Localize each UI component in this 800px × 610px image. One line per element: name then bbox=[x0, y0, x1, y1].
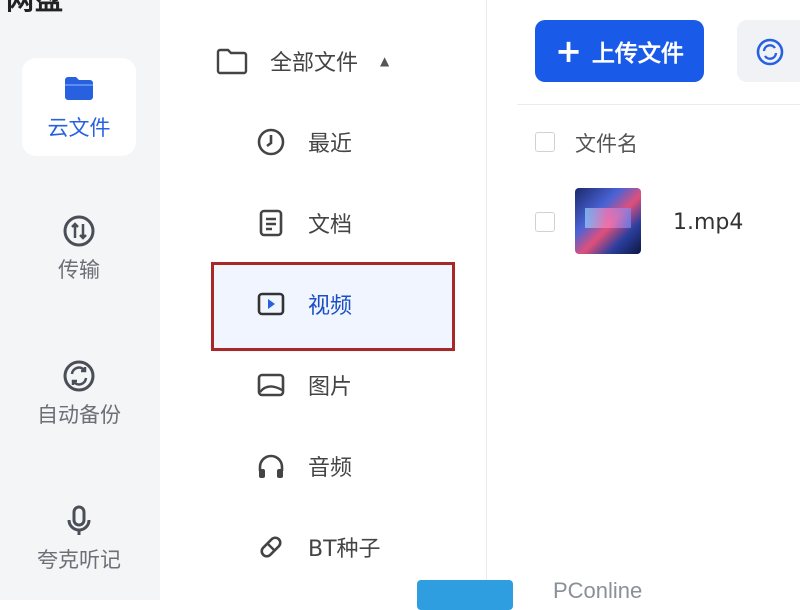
rail-item-label: 传输 bbox=[58, 258, 100, 282]
rail-item-label: 夸克听记 bbox=[37, 548, 121, 572]
nav-header-all-files[interactable]: 全部文件 ▲ bbox=[216, 38, 436, 84]
nav-item-label: 图片 bbox=[308, 375, 353, 400]
sync-icon bbox=[756, 38, 784, 66]
clock-icon bbox=[257, 128, 285, 156]
caret-up-icon[interactable]: ▲ bbox=[380, 54, 389, 68]
folder-icon bbox=[65, 77, 93, 100]
document-icon bbox=[259, 209, 283, 237]
bt-seed-icon bbox=[260, 536, 282, 558]
headphones-icon bbox=[258, 454, 284, 478]
plus-icon: + bbox=[555, 32, 582, 70]
nav-item-audio[interactable]: 音频 bbox=[256, 438, 446, 494]
microphone-icon bbox=[67, 505, 91, 535]
column-header-filename[interactable]: 文件名 bbox=[575, 128, 638, 158]
rail-item-label: 云文件 bbox=[47, 116, 111, 140]
nav-item-images[interactable]: 图片 bbox=[256, 357, 446, 413]
nav-item-label: 音频 bbox=[308, 456, 353, 481]
video-thumbnail[interactable] bbox=[575, 188, 641, 254]
app-brand: 网盘 bbox=[0, 0, 160, 18]
sync-button[interactable] bbox=[737, 20, 800, 82]
rail-item-cloud-files[interactable]: 云文件 bbox=[22, 58, 136, 156]
image-icon bbox=[257, 373, 285, 397]
nav-item-documents[interactable]: 文档 bbox=[256, 195, 446, 251]
nav-header-label: 全部文件 bbox=[270, 51, 359, 76]
left-rail: 网盘 云文件 传输 自动备份 夸克听记 bbox=[0, 0, 160, 600]
folder-outline-icon bbox=[216, 48, 248, 75]
nav-item-label: 最近 bbox=[308, 132, 353, 157]
toolbar-divider bbox=[517, 104, 800, 105]
upload-button-label: 上传文件 bbox=[591, 41, 684, 67]
rail-item-quark-notes[interactable]: 夸克听记 bbox=[22, 490, 136, 588]
category-nav: 全部文件 ▲ 最近 文档 视频 图片 音频 BT种子 bbox=[160, 0, 487, 600]
watermark-text: PConline bbox=[553, 578, 643, 603]
rail-item-auto-backup[interactable]: 自动备份 bbox=[22, 345, 136, 443]
nav-item-label: 文档 bbox=[308, 213, 353, 238]
select-all-checkbox[interactable] bbox=[535, 132, 555, 152]
file-name[interactable]: 1.mp4 bbox=[673, 210, 743, 235]
nav-item-recent[interactable]: 最近 bbox=[256, 114, 446, 170]
upload-file-button[interactable]: + 上传文件 bbox=[535, 20, 704, 82]
file-row-checkbox[interactable] bbox=[535, 212, 555, 232]
rail-item-label: 自动备份 bbox=[37, 403, 121, 427]
backup-sync-icon bbox=[63, 360, 95, 392]
nav-item-bt-seeds[interactable]: BT种子 bbox=[256, 519, 446, 575]
nav-item-label: BT种子 bbox=[308, 537, 381, 562]
transfer-icon bbox=[63, 215, 95, 247]
watermark-logo bbox=[417, 580, 513, 610]
annotation-highlight-box bbox=[211, 262, 455, 351]
file-area: + 上传文件 文件名 1.mp4 bbox=[487, 0, 800, 600]
rail-item-transfer[interactable]: 传输 bbox=[22, 200, 136, 298]
